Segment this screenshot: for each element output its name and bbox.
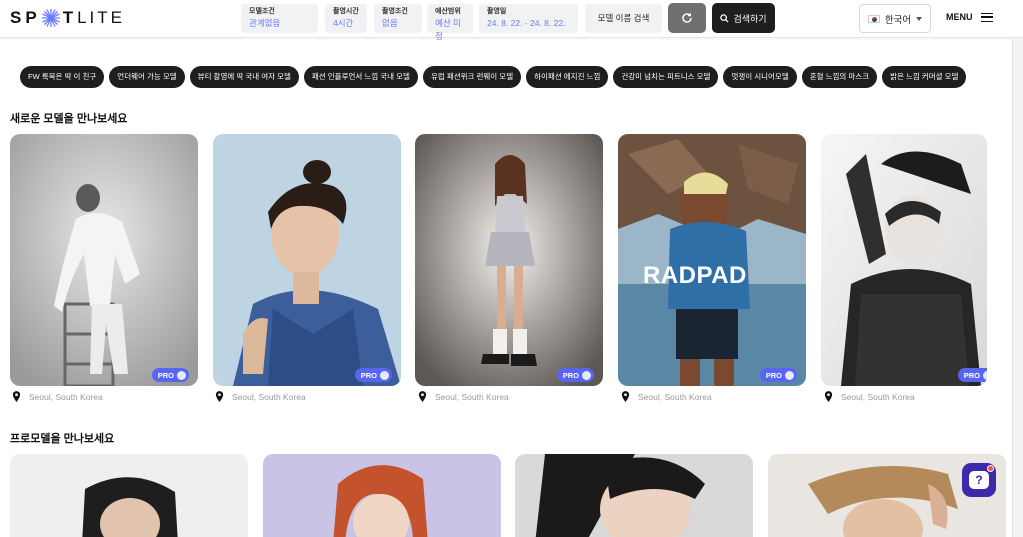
pro-badge-icon	[177, 370, 186, 380]
menu-button[interactable]: MENU	[946, 12, 993, 22]
filter-value: 없음	[382, 18, 398, 28]
filter-label: 촬영조건	[382, 8, 408, 15]
pro-badge: PRO	[759, 368, 797, 382]
tag-chip[interactable]: 뷰티 촬영에 딱 국내 여자 모델	[189, 66, 299, 88]
language-selector[interactable]: 한국어	[859, 4, 931, 33]
model-card[interactable]: PRO	[821, 134, 987, 386]
help-question-icon: ?	[969, 471, 989, 489]
pro-badge: PRO	[957, 368, 987, 382]
section-title-new-models: 새로운 모델을 만나보세요	[10, 113, 128, 125]
model-card[interactable]: PRO	[10, 134, 198, 386]
tag-chip[interactable]: 패션 인플루언서 느낌 국내 모델	[303, 66, 418, 88]
pro-badge-icon	[582, 370, 591, 380]
tag-chip[interactable]: 밝은 느낌 커머셜 모델	[882, 66, 967, 88]
tag-chip[interactable]: 멋쟁이 시니어모델	[723, 66, 797, 88]
pro-badge-label: PRO	[765, 370, 782, 380]
notification-badge	[987, 465, 994, 472]
korea-flag-icon	[867, 14, 880, 23]
search-icon	[720, 13, 729, 23]
pro-badge: PRO	[556, 368, 594, 382]
tag-chip[interactable]: 혼혈 느낌의 마스크	[801, 66, 878, 88]
model-photo	[10, 134, 198, 386]
filter-shoot-condition[interactable]: 촬영조건 없음	[374, 4, 422, 33]
search-button[interactable]: 검색하기	[712, 3, 775, 33]
location-pin-icon	[621, 391, 630, 402]
model-photo	[213, 134, 401, 386]
filter-value: 관계없음	[249, 18, 281, 28]
filter-value: 24. 8. 22. - 24. 8. 22.	[487, 18, 566, 28]
card-location: Seoul, South Korea	[418, 391, 509, 402]
filter-label: 촬영시간	[333, 8, 359, 15]
model-photo	[263, 454, 501, 537]
location-pin-icon	[12, 391, 21, 402]
filter-label: 촬영일	[487, 8, 507, 15]
pro-badge-label: PRO	[157, 370, 174, 380]
tag-chip[interactable]: 건강미 넘치는 피트니스 모델	[613, 66, 719, 88]
filter-label: 예산범위	[435, 8, 461, 15]
logo-text-mid: T	[62, 8, 78, 27]
location-text: Seoul, South Korea	[29, 391, 103, 402]
chevron-down-icon	[916, 16, 923, 21]
pro-badge: PRO	[354, 368, 392, 382]
filter-model-condition[interactable]: 모델조건 관계없음	[241, 4, 318, 33]
tag-chip[interactable]: 언더웨어 가능 모델	[109, 66, 185, 88]
filter-value: 예산 미정	[435, 18, 461, 41]
card-location: Seoul, South Korea	[12, 391, 103, 402]
tag-chip[interactable]: 하이패션 에지진 느낌	[526, 66, 609, 88]
help-chat-button[interactable]: ?	[962, 463, 996, 497]
search-button-label: 검색하기	[733, 13, 767, 24]
pro-badge: PRO	[151, 368, 189, 382]
card-location: Seoul, South Korea	[621, 391, 712, 402]
location-text: Seoul, South Korea	[435, 391, 509, 402]
pro-badge-label: PRO	[963, 370, 980, 380]
logo-star-icon	[41, 9, 60, 27]
scrollbar[interactable]	[1012, 38, 1023, 537]
filter-budget[interactable]: 예산범위 예산 미정	[427, 4, 473, 41]
model-photo	[415, 134, 603, 386]
pro-model-card[interactable]	[515, 454, 753, 537]
filter-label: 모델조건	[249, 8, 275, 15]
pro-badge-icon	[380, 370, 389, 380]
card-location: Seoul, South Korea	[824, 391, 915, 402]
location-pin-icon	[418, 391, 427, 402]
pro-model-card[interactable]	[263, 454, 501, 537]
filter-value: 4시간	[333, 18, 354, 28]
model-name-search-button[interactable]: 모델 이름 검색	[585, 4, 662, 33]
model-card[interactable]: PRO	[213, 134, 401, 386]
model-card[interactable]: RADPAD PRO	[618, 134, 806, 386]
model-card[interactable]: PRO	[415, 134, 603, 386]
model-photo	[10, 454, 248, 537]
filter-shoot-date[interactable]: 촬영일 24. 8. 22. - 24. 8. 22.	[479, 4, 578, 33]
menu-label: MENU	[946, 12, 973, 22]
pro-badge-label: PRO	[562, 370, 579, 380]
category-tags: FW 룩북은 딱 이 친구 언더웨어 가능 모델 뷰티 촬영에 딱 국내 여자 …	[20, 66, 967, 88]
filter-shoot-time[interactable]: 촬영시간 4시간	[325, 4, 367, 33]
pro-badge-label: PRO	[360, 370, 377, 380]
location-pin-icon	[824, 391, 833, 402]
card-location: Seoul, South Korea	[215, 391, 306, 402]
logo-text-start: SP	[10, 8, 41, 27]
refresh-button[interactable]	[668, 3, 706, 33]
language-label: 한국어	[884, 14, 912, 26]
refresh-icon	[682, 13, 692, 23]
location-text: Seoul, South Korea	[638, 391, 712, 402]
model-photo	[515, 454, 753, 537]
location-pin-icon	[215, 391, 224, 402]
pro-badge-icon	[785, 370, 794, 380]
model-photo	[618, 134, 806, 386]
model-photo	[821, 134, 987, 386]
pro-model-card[interactable]	[10, 454, 248, 537]
logo-text-end: LITE	[77, 8, 125, 27]
hamburger-icon	[980, 12, 993, 22]
section-title-pro-models: 프로모델을 만나보세요	[10, 433, 115, 445]
top-header: SP T LITE 모델조건 관계없음 촬영시간 4시간 촬영조건 없음 예산범…	[0, 0, 1023, 41]
tag-chip[interactable]: 유럽 패션위크 런웨이 모델	[422, 66, 522, 88]
pro-badge-icon	[983, 370, 987, 380]
spotlite-logo[interactable]: SP T LITE	[10, 8, 125, 28]
location-text: Seoul, South Korea	[232, 391, 306, 402]
brand-overlay-text: RADPAD	[643, 262, 747, 289]
location-text: Seoul, South Korea	[841, 391, 915, 402]
tag-chip[interactable]: FW 룩북은 딱 이 친구	[20, 66, 105, 88]
